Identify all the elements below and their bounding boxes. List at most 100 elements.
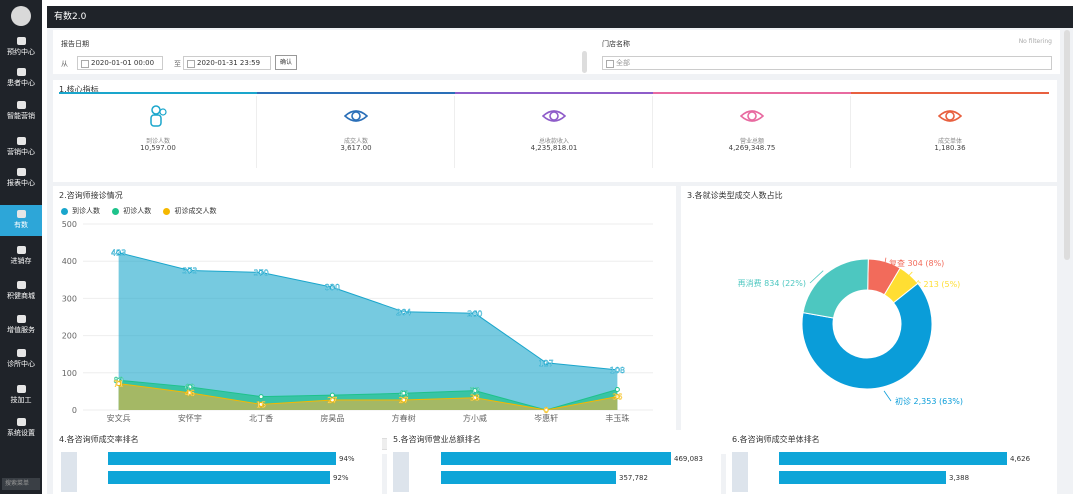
shield-icon [16, 101, 26, 109]
slice-label: 初诊 2,353 (63%) [895, 396, 963, 406]
consultant-axis-scroll[interactable] [732, 452, 748, 492]
eye-icon [938, 110, 962, 122]
store-select[interactable]: 全部 [602, 56, 1052, 70]
x-tick-label: 丰玉珠 [605, 413, 629, 423]
data-label: 108 [610, 366, 625, 375]
page-scrollbar[interactable] [1064, 30, 1070, 260]
kpi-card-income: 总收款收入 4,235,818.01 [455, 96, 653, 168]
filter-scrollbar[interactable] [582, 51, 587, 73]
sidebar-item-label: 智能营销 [7, 112, 35, 120]
kpi-panel: 1.核心指标 到诊人数 10,597.00 成交人数 3,617.00 总收款收… [53, 80, 1057, 182]
sidebar-item-report[interactable]: 报表中心 [0, 166, 42, 193]
y-tick-label: 500 [62, 220, 77, 229]
data-label: 15 [256, 400, 266, 409]
slice-label: 再消费 834 (22%) [738, 278, 806, 288]
data-label: 71 [114, 380, 124, 389]
sidebar-item-clinic[interactable]: 诊所中心 [0, 347, 42, 374]
from-date-field[interactable]: 2020-01-01 00:00 [77, 56, 163, 70]
label-leader [883, 390, 892, 402]
eye-icon [344, 110, 368, 122]
layers-icon [16, 246, 26, 254]
rank-title: 5.各咨询师营业总额排名 [393, 435, 481, 444]
sidebar-item-youshu[interactable]: 有数 [0, 205, 42, 236]
sidebar-item-marketing[interactable]: 营销中心 [0, 135, 42, 162]
rank-revenue-panel: 5.各咨询师营业总额排名 469,083 357,782 [387, 430, 721, 494]
x-tick-label: 方小威 [463, 413, 487, 423]
store-filter-panel: 门店名称 No filtering 全部 [594, 30, 1060, 74]
home-icon [16, 349, 26, 357]
kpi-accent-bar [59, 92, 257, 94]
calendar-icon [16, 37, 26, 45]
page-title: 有数2.0 [54, 12, 87, 22]
visit-type-donut-chart: 复查 304 (8%)复诊 213 (5%)初诊 2,353 (63%)再消费 … [738, 257, 963, 406]
rank-bar-label: 94% [339, 455, 355, 463]
rank-bar-label: 4,626 [1010, 455, 1031, 463]
page-header: 有数2.0 [47, 6, 1073, 28]
kpi-accent-bar [257, 92, 455, 94]
sidebar-item-appointment[interactable]: 预约中心 [0, 35, 42, 62]
sidebar-item-patient[interactable]: 患者中心 [0, 66, 42, 93]
eye-icon [740, 110, 764, 122]
consult-panel: 2.咨询师接诊情况 到诊人数 初诊人数 初诊成交人数 500 400 300 200 1… [53, 186, 676, 454]
rank-bar [441, 471, 616, 484]
apps-icon [16, 315, 26, 323]
bar-chart-icon [16, 168, 26, 176]
data-label: 127 [538, 359, 553, 368]
kpi-accent-bar [455, 92, 653, 94]
rank-bar [779, 452, 1007, 465]
rank-bar-label: 3,388 [949, 474, 970, 482]
sidebar-item-label: 诊所中心 [7, 360, 35, 368]
to-date-field[interactable]: 2020-01-31 23:59 [183, 56, 271, 70]
consult-title: 2.咨询师接诊情况 [59, 191, 123, 200]
data-label: 27 [399, 396, 409, 405]
grid-icon [16, 137, 26, 145]
kpi-value: 1,180.36 [934, 144, 966, 152]
date-filter-panel: 报告日期 从 2020-01-01 00:00 至 2020-01-31 23:… [53, 30, 641, 74]
sidebar-item-label: 营销中心 [7, 148, 35, 156]
data-label: 36 [612, 393, 622, 402]
kpi-card-visits: 到诊人数 10,597.00 [59, 96, 257, 168]
kpi-value: 3,617.00 [340, 144, 372, 152]
donut-title: 3.各就诊类型成交人数占比 [687, 191, 783, 200]
x-tick-label: 方春树 [392, 413, 416, 423]
menu-search-input[interactable]: 搜索菜单 [2, 478, 40, 490]
rank-bar-label: 469,083 [674, 455, 703, 463]
from-label: 从 [61, 60, 68, 68]
data-point [258, 394, 264, 400]
sidebar-item-smart-marketing[interactable]: 智能营销 [0, 99, 42, 126]
y-tick-label: 400 [62, 257, 77, 266]
sidebar-item-label: 预约中心 [7, 48, 35, 56]
no-filtering-label: No filtering [1018, 38, 1052, 45]
sidebar-item-mall[interactable]: 积健商城 [0, 279, 42, 306]
trend-chart-icon [16, 210, 26, 218]
sidebar-item-settings[interactable]: 系统设置 [0, 416, 42, 443]
y-tick-label: 100 [62, 369, 77, 378]
y-tick-label: 300 [62, 294, 77, 303]
user-icon [16, 68, 26, 76]
sidebar-item-label: 技加工 [10, 396, 32, 404]
date-filter-title: 报告日期 [61, 40, 89, 48]
rank-bar-label: 92% [333, 474, 349, 482]
kpi-value: 4,235,818.01 [530, 144, 578, 152]
sidebar-item-value-added[interactable]: 增值服务 [0, 313, 42, 340]
data-label: 46 [185, 389, 195, 398]
data-label: 0 [544, 406, 549, 415]
sidebar-item-processing[interactable]: 技加工 [0, 383, 42, 410]
sidebar-item-label: 增值服务 [7, 326, 35, 334]
kpi-accent-bar [653, 92, 851, 94]
consultant-axis-scroll[interactable] [61, 452, 77, 492]
kpi-card-avg-deal: 成交单体 1,180.36 [851, 96, 1049, 168]
y-tick-label: 200 [62, 332, 77, 341]
cart-icon [16, 281, 26, 289]
kpi-value: 4,269,348.75 [728, 144, 776, 152]
data-label: 264 [396, 308, 411, 317]
data-label: 27 [327, 396, 337, 405]
kpi-value: 10,597.00 [140, 144, 176, 152]
sidebar-item-label: 积健商城 [7, 292, 35, 300]
sidebar-item-label: 进销存 [10, 257, 32, 265]
to-label: 至 [174, 60, 181, 68]
data-label: 330 [325, 283, 340, 292]
sidebar-item-inventory[interactable]: 进销存 [0, 244, 42, 271]
confirm-button[interactable]: 确认 [275, 55, 298, 70]
consultant-axis-scroll[interactable] [393, 452, 409, 492]
